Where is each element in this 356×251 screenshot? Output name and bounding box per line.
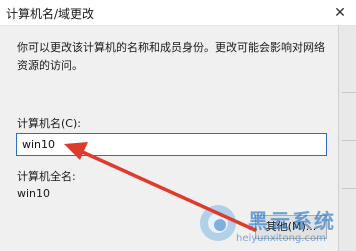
annotation-arrow [64,142,257,232]
